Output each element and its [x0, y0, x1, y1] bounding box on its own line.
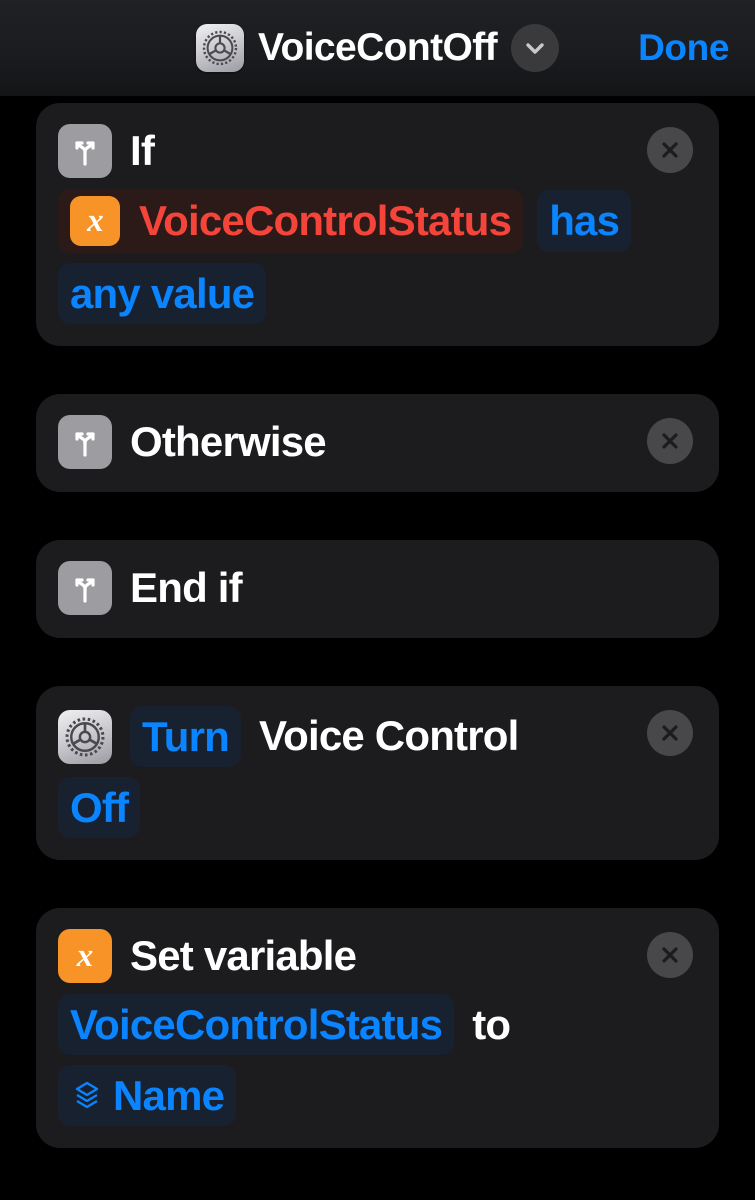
magic-variable-token-name[interactable]: Name [58, 1065, 237, 1127]
action-label: If [130, 126, 155, 174]
remove-action-button[interactable] [647, 127, 693, 173]
condition-token-has[interactable]: has [537, 190, 632, 252]
remove-action-button[interactable] [647, 418, 693, 465]
navigation-bar: VoiceContOff Done [0, 0, 755, 96]
chevron-down-icon[interactable] [511, 24, 560, 72]
shortcut-action-list: If x VoiceControlStatus has any value Ot… [0, 96, 755, 1149]
action-card-end-if[interactable]: End if [36, 540, 719, 639]
action-label: Voice Control [259, 712, 519, 760]
action-parameter-row: x VoiceControlStatus has [58, 189, 697, 253]
condition-token-any-value[interactable]: any value [58, 263, 267, 325]
action-card-if[interactable]: If x VoiceControlStatus has any value [36, 103, 719, 347]
settings-gear-icon [58, 709, 112, 764]
action-parameter-row-2: Name [58, 1065, 697, 1127]
branch-icon [58, 415, 112, 470]
action-parameter-row: VoiceControlStatus to [58, 994, 697, 1056]
action-card-otherwise[interactable]: Otherwise [36, 394, 719, 493]
connector-word-to: to [472, 1000, 511, 1048]
remove-action-button[interactable] [647, 710, 693, 757]
action-label: Set variable [130, 932, 357, 979]
action-card-set-variable[interactable]: x Set variable VoiceControlStatus to Nam… [36, 908, 719, 1149]
variable-token-label: VoiceControlStatus [139, 197, 512, 245]
action-header-row: If [58, 123, 697, 179]
action-parameter-row-2: any value [58, 263, 697, 325]
action-header-row: Turn Voice Control [58, 706, 697, 768]
parameter-token-off[interactable]: Off [58, 777, 141, 839]
variable-token-voicecontrolstatus[interactable]: x VoiceControlStatus [58, 189, 524, 253]
page-title: VoiceContOff [257, 26, 498, 69]
action-label: End if [130, 563, 243, 611]
branch-icon [58, 124, 112, 178]
remove-action-button[interactable] [647, 932, 693, 979]
variable-name-token[interactable]: VoiceControlStatus [58, 994, 455, 1056]
magic-variable-icon [70, 1079, 104, 1113]
navbar-title-group[interactable]: VoiceContOff [195, 24, 560, 72]
variable-x-icon: x [58, 929, 112, 984]
action-header-row: Otherwise [58, 414, 697, 470]
parameter-token-turn[interactable]: Turn [130, 706, 241, 768]
settings-gear-icon [195, 24, 244, 72]
action-parameter-row: Off [58, 777, 697, 839]
done-button[interactable]: Done [638, 27, 729, 69]
action-header-row: End if [58, 560, 697, 616]
action-card-turn-voice-control[interactable]: Turn Voice Control Off [36, 686, 719, 861]
variable-x-icon: x [70, 196, 120, 246]
magic-variable-label: Name [113, 1072, 225, 1120]
action-header-row: x Set variable [58, 928, 697, 984]
branch-icon [58, 561, 112, 616]
action-label: Otherwise [130, 417, 327, 465]
